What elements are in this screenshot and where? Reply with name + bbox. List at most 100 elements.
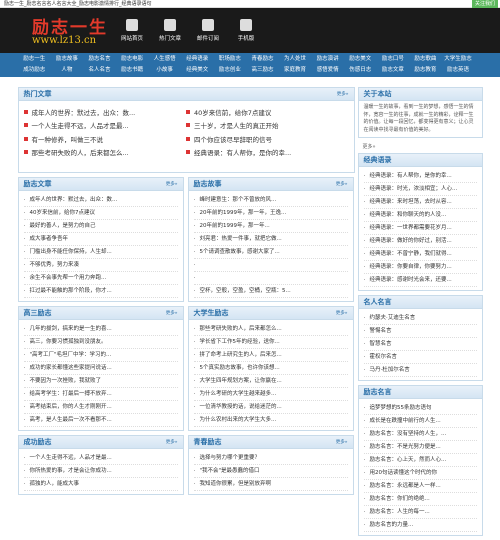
hot-article-link[interactable]: 经典语录：有人帮你，是你的幸...	[186, 146, 349, 160]
list-item[interactable]: 扛过最不能触的那个阶段，你才...	[23, 285, 178, 298]
list-item[interactable]: 励志名言：没有坚持的人生，...	[363, 428, 477, 441]
list-item[interactable]: 峰时建意生：那个不曾放的风...	[193, 194, 348, 207]
nav-category[interactable]: 励志文章	[377, 65, 410, 76]
list-item[interactable]: 一位清华教授的话，说给迷茫的...	[193, 401, 348, 414]
nav-category[interactable]: 励志故事	[51, 54, 84, 65]
more-link[interactable]: 更多»	[337, 91, 349, 97]
list-item[interactable]: 你所热爱的事，才是会让你成功...	[23, 465, 178, 478]
list-item[interactable]: 几年的拔剑，搞来的是一生的喜...	[23, 323, 178, 336]
list-item[interactable]: 成长是在跌撞中前行的人生...	[363, 415, 477, 428]
nav-category[interactable]: 励志名言	[83, 54, 116, 65]
list-item[interactable]: 经典语录：做好的你好过，别活...	[363, 235, 477, 248]
list-item[interactable]: 经典语录：你要自律，你要努力...	[363, 261, 477, 274]
list-item[interactable]: 高考结束后，你的人生才刚刚开...	[23, 401, 178, 414]
more-link[interactable]: 更多»	[336, 310, 348, 316]
list-item[interactable]: 经典语录：一世界都需要花岁月...	[363, 222, 477, 235]
list-item[interactable]: 20年前的1999年，那一年，王逸...	[193, 207, 348, 220]
list-item[interactable]: 孤独的人，能成大事	[23, 478, 178, 491]
more-link[interactable]: 更多»	[336, 439, 348, 445]
hot-article-link[interactable]: 一个人生走得不远，人品才是最...	[23, 119, 187, 133]
list-item[interactable]: 大学生四年规划方案，让你赢在...	[193, 375, 348, 388]
list-item[interactable]: 选择与努力哪个更重要？	[193, 452, 348, 465]
list-item[interactable]: 励志名言：人生的每一...	[363, 506, 477, 519]
nav-category[interactable]: 为人处世	[279, 54, 312, 65]
nav-category[interactable]: 励志书籍	[116, 65, 149, 76]
list-item[interactable]: "高考工厂"毛坦厂中学：学习的...	[23, 349, 178, 362]
list-item[interactable]	[193, 259, 348, 272]
list-item[interactable]: 经典语录：感谢时光会来，还要...	[363, 274, 477, 287]
nav-category[interactable]: 青春励志	[246, 54, 279, 65]
list-item[interactable]: 最好的善人，是努力的自己	[23, 220, 178, 233]
list-item[interactable]: 20年前的1999年，那一年...	[193, 220, 348, 233]
list-item[interactable]: 学长省下工作5年的经验，送你...	[193, 336, 348, 349]
hot-article-link[interactable]: 四个你应该尽早辞职的信号	[186, 132, 349, 146]
list-item[interactable]	[193, 272, 348, 285]
nav-category[interactable]: 励志美文	[344, 54, 377, 65]
list-item[interactable]: 励志名言：心上天，然而人心...	[363, 454, 477, 467]
list-item[interactable]: 追梦梦想的55条励志语句	[363, 402, 477, 415]
nav-hot[interactable]: 热门文章	[155, 19, 185, 42]
list-item[interactable]: 不够优秀，努力来凑	[23, 259, 178, 272]
list-item[interactable]: 刘亮君：热爱一件事，就把它做...	[193, 233, 348, 246]
nav-category[interactable]: 大学生励志	[442, 54, 475, 65]
nav-category[interactable]: 励志演讲	[311, 54, 344, 65]
list-item[interactable]: 5个真实励志故事，也许你该想...	[193, 362, 348, 375]
list-item[interactable]: 智慧名言	[363, 338, 477, 351]
list-item[interactable]: 高考，是人生最后一次不看那不...	[23, 414, 178, 427]
nav-category[interactable]: 励志歌曲	[409, 54, 442, 65]
nav-category[interactable]: 励志英语	[442, 65, 475, 76]
about-more-link[interactable]: 更多»	[358, 142, 483, 153]
list-item[interactable]: 高三，你要习惯孤独到没朋友。	[23, 336, 178, 349]
nav-category[interactable]: 感悟爱情	[311, 65, 344, 76]
list-item[interactable]: 那些考研失败的人，后来都怎么...	[193, 323, 348, 336]
list-item[interactable]: 为什么农村出来的大学生大多...	[193, 414, 348, 427]
list-item[interactable]: 经典语录：时光，浓淡相宜；人心...	[363, 183, 477, 196]
list-item[interactable]: "我不会"是最愚蠢的借口	[193, 465, 348, 478]
nav-category[interactable]: 家庭教育	[279, 65, 312, 76]
list-item[interactable]: 约瑟夫·艾迪生名言	[363, 312, 477, 325]
list-item[interactable]: 5个请调查散故事，感谢大家了...	[193, 246, 348, 259]
hot-article-link[interactable]: 那些考研失败的人，后来都怎么...	[23, 146, 187, 160]
nav-category[interactable]: 经典美文	[181, 65, 214, 76]
list-item[interactable]: 余生不会事先帮一个用力奔跑...	[23, 272, 178, 285]
nav-category[interactable]: 名人名言	[83, 65, 116, 76]
nav-category[interactable]: 伤感日志	[344, 65, 377, 76]
nav-category[interactable]: 小故事	[148, 65, 181, 76]
list-item[interactable]: 经典语录：来时坦荡，去时从容...	[363, 196, 477, 209]
list-item[interactable]: 不要因为一次挫败，我就败了	[23, 375, 178, 388]
list-item[interactable]: 成大事者争吾年	[23, 233, 178, 246]
nav-category[interactable]: 职场励志	[214, 54, 247, 65]
nav-category[interactable]: 励志电影	[116, 54, 149, 65]
list-item[interactable]: 经典语录：有人帮你，是你的幸...	[363, 170, 477, 183]
list-item[interactable]: 经典语录：不曾宁静，我们就得...	[363, 248, 477, 261]
list-item[interactable]: 警惕名言	[363, 325, 477, 338]
nav-category[interactable]: 励志口号	[377, 54, 410, 65]
list-item[interactable]: 霍权尔名言	[363, 351, 477, 364]
nav-category[interactable]: 人物	[51, 65, 84, 76]
hot-article-link[interactable]: 三十岁，才是人生的真正开始	[186, 119, 349, 133]
hot-article-link[interactable]: 40岁来信前，给你7点建议	[186, 105, 349, 119]
list-item[interactable]: 拼了命考上研究生的人，后来怎...	[193, 349, 348, 362]
list-item[interactable]: 给高考学生：打最后一搏不放弃...	[23, 388, 178, 401]
list-item[interactable]: 用20句话读懂这个时代的你	[363, 467, 477, 480]
more-link[interactable]: 更多»	[166, 310, 178, 316]
nav-home[interactable]: 网站首页	[117, 19, 147, 42]
nav-mobile[interactable]: 手机版	[231, 19, 261, 42]
list-item[interactable]: 一个人生走得不远，人品才是最...	[23, 452, 178, 465]
nav-category[interactable]: 励志创业	[214, 65, 247, 76]
list-item[interactable]: 为什么考研的大学生越来越多...	[193, 388, 348, 401]
nav-category[interactable]: 人生感悟	[148, 54, 181, 65]
list-item[interactable]: 励志名言：不是光努力便是...	[363, 441, 477, 454]
list-item[interactable]: 我知道你很累，但是别放弃啊	[193, 478, 348, 491]
nav-category[interactable]: 成功励志	[18, 65, 51, 76]
nav-subscribe[interactable]: 邮件订阅	[193, 19, 223, 42]
hot-article-link[interactable]: 有一种修养，叫做三不说	[23, 132, 187, 146]
list-item[interactable]: 经典语录：和你聊天的的人没...	[363, 209, 477, 222]
list-item[interactable]: 励志名言的力量...	[363, 519, 477, 532]
more-link[interactable]: 更多»	[166, 439, 178, 445]
list-item[interactable]: 成功的家长都懂这些家提问说话...	[23, 362, 178, 375]
list-item[interactable]: 马丹·杜加尔名言	[363, 364, 477, 377]
more-link[interactable]: 更多»	[166, 181, 178, 187]
list-item[interactable]: 励志名言：永远都是人一样...	[363, 480, 477, 493]
nav-category[interactable]: 励志一生	[18, 54, 51, 65]
